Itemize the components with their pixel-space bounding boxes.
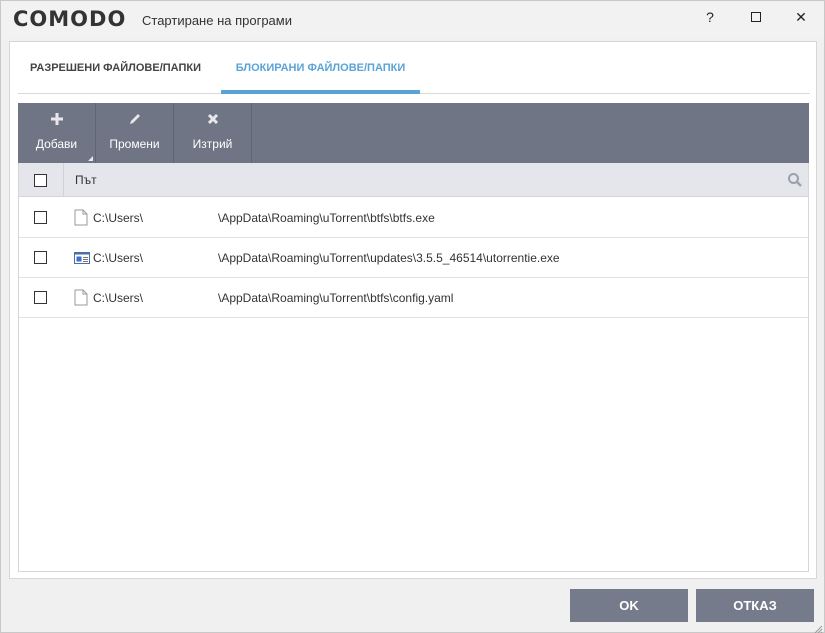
delete-button[interactable]: Изтрий	[174, 103, 252, 163]
edit-button[interactable]: Промени	[96, 103, 174, 163]
application-icon	[74, 249, 90, 266]
cancel-button[interactable]: ОТКАЗ	[696, 589, 814, 622]
path-prefix: C:\Users\	[93, 211, 144, 225]
tab-blocked-files[interactable]: БЛОКИРАНИ ФАЙЛОВЕ/ПАПКИ	[221, 42, 420, 94]
file-icon	[74, 289, 88, 306]
edit-label: Промени	[109, 137, 160, 151]
add-label: Добави	[35, 137, 78, 151]
delete-label: Изтрий	[192, 137, 233, 151]
file-icon	[74, 209, 88, 226]
maximize-icon	[751, 12, 761, 22]
tab-bar: РАЗРЕШЕНИ ФАЙЛОВЕ/ПАПКИ БЛОКИРАНИ ФАЙЛОВ…	[18, 42, 810, 94]
toolbar: Добави Промени Изтрий	[18, 103, 809, 163]
dropdown-arrow-icon[interactable]	[88, 156, 93, 161]
table-header: Път	[19, 163, 808, 197]
ok-button[interactable]: OK	[570, 589, 688, 622]
table-row[interactable]: C:\Users\ \AppData\Roaming\uTorrent\upda…	[19, 238, 808, 278]
table-row[interactable]: C:\Users\ \AppData\Roaming\uTorrent\btfs…	[19, 198, 808, 238]
window-title: Стартиране на програми	[142, 13, 292, 28]
pencil-icon	[96, 112, 173, 130]
help-button[interactable]: ?	[687, 1, 733, 33]
tab-allowed-files[interactable]: РАЗРЕШЕНИ ФАЙЛОВЕ/ПАПКИ	[18, 42, 213, 94]
plus-icon	[18, 112, 95, 130]
maximize-button[interactable]	[733, 1, 779, 33]
x-icon	[174, 112, 251, 130]
table-row[interactable]: C:\Users\ \AppData\Roaming\uTorrent\btfs…	[19, 278, 808, 318]
path-prefix: C:\Users\	[93, 291, 144, 305]
row-checkbox[interactable]	[34, 291, 47, 304]
row-checkbox[interactable]	[34, 211, 47, 224]
column-divider	[63, 163, 64, 197]
path-prefix: C:\Users\	[93, 251, 144, 265]
path-suffix: \AppData\Roaming\uTorrent\btfs\config.ya…	[218, 291, 454, 305]
blocked-files-table: Път C:\Users\ \AppData\Roaming\uTorrent\…	[18, 163, 809, 572]
search-icon[interactable]	[787, 172, 803, 188]
add-button[interactable]: Добави	[18, 103, 96, 163]
row-checkbox[interactable]	[34, 251, 47, 264]
path-suffix: \AppData\Roaming\uTorrent\updates\3.5.5_…	[218, 251, 560, 265]
column-header-path[interactable]: Път	[75, 173, 97, 187]
title-bar: COMODO Стартиране на програми ? ✕	[1, 1, 824, 39]
close-button[interactable]: ✕	[778, 1, 824, 33]
path-suffix: \AppData\Roaming\uTorrent\btfs\btfs.exe	[218, 211, 435, 225]
dialog-window: COMODO Стартиране на програми ? ✕ РАЗРЕШ…	[0, 0, 825, 633]
resize-grip-icon[interactable]	[813, 621, 823, 633]
content-panel: РАЗРЕШЕНИ ФАЙЛОВЕ/ПАПКИ БЛОКИРАНИ ФАЙЛОВ…	[9, 41, 817, 579]
select-all-checkbox[interactable]	[34, 174, 47, 187]
comodo-logo: COMODO	[13, 7, 127, 31]
